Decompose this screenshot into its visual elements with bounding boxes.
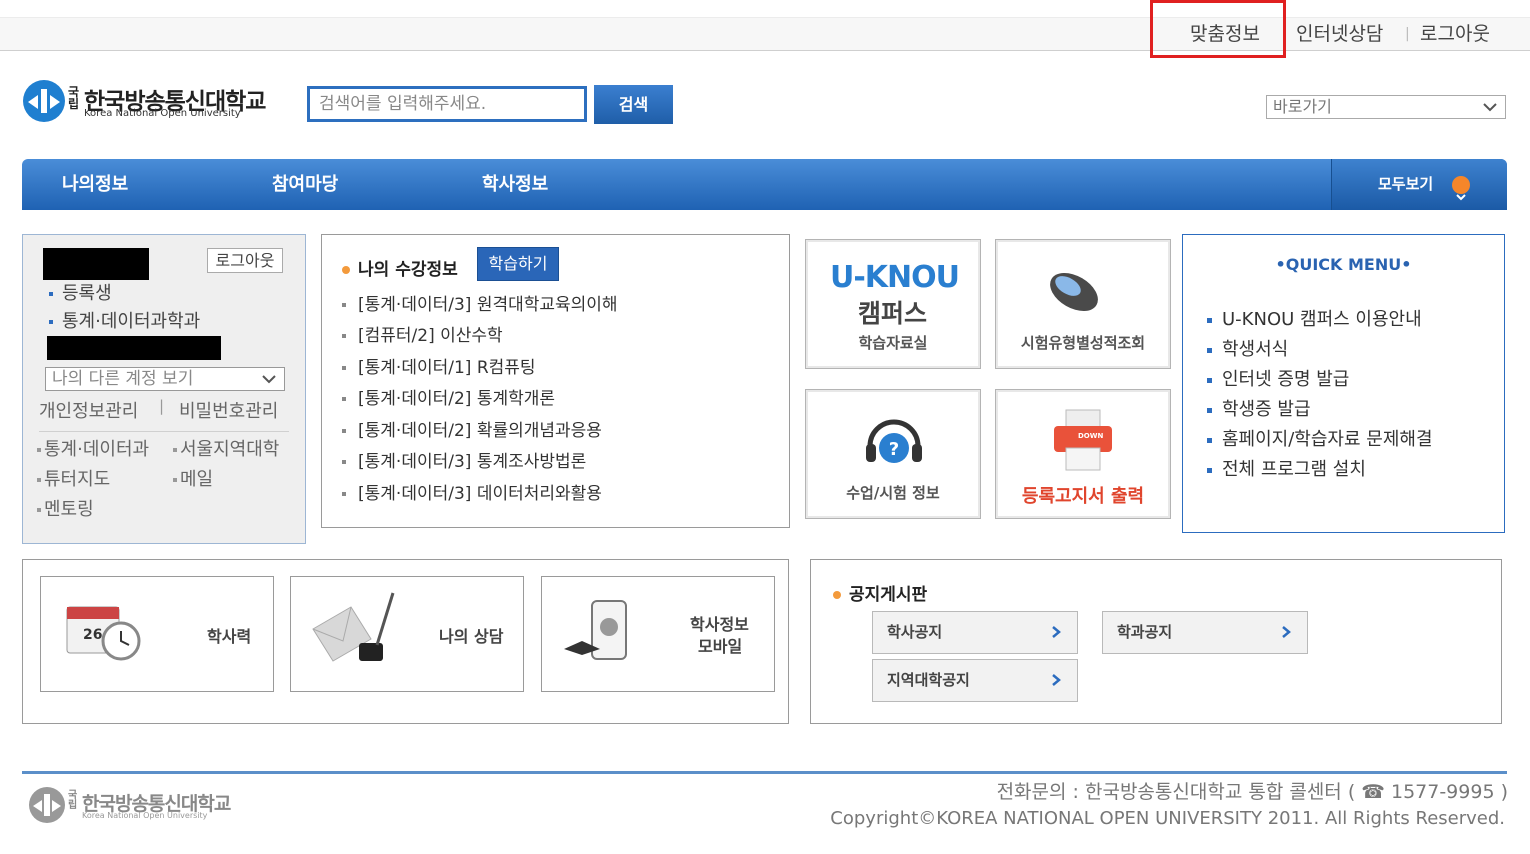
view-all-label: 모두보기	[1378, 175, 1434, 193]
academic-mobile-label-2: 모바일	[698, 637, 743, 656]
footer-phone: 전화문의 : 한국방송통신대학교 통합 콜센터 ( ☎ 1577-9995 )	[996, 781, 1508, 803]
orange-bullet-icon	[342, 266, 350, 274]
personal-info-link[interactable]: 개인정보관리	[39, 397, 138, 423]
highlight-box	[1150, 0, 1286, 58]
my-consult-label: 나의 상담	[439, 627, 504, 646]
mobile-phone-icon	[564, 600, 627, 660]
print-notice-label: 등록고지서 출력	[1021, 486, 1145, 507]
chevron-right-icon	[1052, 674, 1061, 686]
student-status: 등록생	[49, 279, 112, 305]
calendar-clock-icon	[66, 606, 141, 661]
redacted-student-id	[47, 336, 221, 360]
top-divider: |	[1405, 26, 1410, 42]
chevron-right-icon	[1282, 626, 1291, 638]
course-panel: 나의 수강정보 학습하기 [통계·데이터/3] 원격대학교육의이해 [컴퓨터/2…	[321, 234, 790, 528]
other-account-select[interactable]: 나의 다른 계정 보기	[45, 367, 285, 391]
mentoring-link[interactable]: 멘토링	[37, 495, 94, 521]
academic-calendar-label: 학사력	[207, 627, 252, 646]
footer-logo-english: Korea National Open University	[82, 811, 208, 820]
dept-notice-button[interactable]: 학과공지	[1102, 611, 1308, 654]
uknou-logo-text: U-KNOU	[830, 260, 960, 295]
search-button[interactable]: 검색	[594, 85, 673, 124]
dept-link[interactable]: 통계·데이터과	[37, 435, 149, 461]
profile-panel: 로그아웃 등록생 통계·데이터과학과 나의 다른 계정 보기 개인정보관리 | …	[22, 234, 306, 544]
footer-logo: 국립 한국방송통신대학교 Korea National Open Univers…	[28, 785, 252, 825]
calendar-day: 26	[83, 627, 103, 643]
course-item[interactable]: [컴퓨터/2] 이산수학	[342, 321, 503, 346]
top-bar: 맞춤정보 인터넷상담 | 로그아웃	[0, 0, 1530, 58]
main-nav: 나의정보 참여마당 학사정보 모두보기	[22, 159, 1507, 210]
nav-my-info[interactable]: 나의정보	[62, 159, 128, 210]
profile-logout-button[interactable]: 로그아웃	[207, 248, 283, 273]
quick-menu-item[interactable]: 학생증 발급	[1207, 395, 1311, 421]
class-exam-info-tile[interactable]: ? 수업/시험 정보	[805, 389, 981, 519]
academic-calendar-card[interactable]: 26 학사력	[40, 576, 274, 692]
password-link[interactable]: 비밀번호관리	[179, 397, 278, 423]
notice-title: 공지게시판	[833, 580, 927, 605]
shortcut-select-value: 바로가기	[1273, 97, 1332, 116]
orange-bullet-icon	[833, 591, 841, 599]
academic-mobile-card[interactable]: 학사정보 모바일	[541, 576, 775, 692]
chevron-right-icon	[1052, 626, 1061, 638]
course-item[interactable]: [통계·데이터/2] 통계학개론	[342, 384, 555, 409]
logo-english-text: Korea National Open University	[84, 108, 241, 119]
nav-participation[interactable]: 참여마당	[272, 159, 338, 210]
print-notice-tile[interactable]: DOWN 등록고지서 출력	[995, 389, 1171, 519]
search-input[interactable]: 검색어를 입력해주세요.	[307, 86, 587, 122]
help-headset-icon: ?	[866, 419, 922, 463]
quick-menu-item[interactable]: 인터넷 증명 발급	[1207, 365, 1349, 391]
student-department: 통계·데이터과학과	[49, 307, 200, 333]
quick-menu-title: •QUICK MENU•	[1275, 255, 1412, 274]
mouse-icon	[1050, 273, 1098, 311]
course-title: 나의 수강정보	[342, 255, 458, 280]
academic-notice-button[interactable]: 학사공지	[872, 611, 1078, 654]
study-materials-label: 학습자료실	[858, 334, 928, 352]
footer-copyright: Copyright©KOREA NATIONAL OPEN UNIVERSITY…	[830, 808, 1505, 829]
university-logo[interactable]: 국립 한국방송통신대학교 Korea National Open Univers…	[22, 78, 287, 124]
svg-text:?: ?	[889, 439, 899, 460]
chevron-down-circle-icon	[1452, 176, 1470, 201]
printer-icon	[1054, 409, 1112, 471]
profile-divider	[39, 431, 289, 432]
course-item[interactable]: [통계·데이터/3] 데이터처리와활용	[342, 479, 602, 504]
view-all-button[interactable]: 모두보기	[1331, 159, 1507, 210]
chevron-down-icon	[1483, 103, 1497, 112]
quick-menu-item[interactable]: U-KNOU 캠퍼스 이용안내	[1207, 305, 1422, 331]
academic-mobile-label-1: 학사정보	[690, 615, 749, 634]
exam-grade-label: 시험유형별성적조회	[1020, 334, 1146, 352]
class-exam-info-label: 수업/시험 정보	[846, 484, 940, 502]
quick-menu-item[interactable]: 홈페이지/학습자료 문제해결	[1207, 425, 1433, 451]
study-button[interactable]: 학습하기	[477, 247, 559, 281]
chevron-down-icon	[262, 375, 276, 384]
course-item[interactable]: [통계·데이터/3] 원격대학교육의이해	[342, 290, 618, 315]
redacted-name	[43, 248, 149, 280]
uknou-campus-tile[interactable]: U-KNOU 캠퍼스 학습자료실	[805, 239, 981, 369]
shortcut-select[interactable]: 바로가기	[1266, 95, 1506, 119]
quick-menu: •QUICK MENU• U-KNOU 캠퍼스 이용안내 학생서식 인터넷 증명…	[1182, 234, 1505, 533]
down-tag: DOWN	[1078, 432, 1104, 440]
logo-side-text: 국립	[68, 85, 80, 111]
quick-menu-item[interactable]: 학생서식	[1207, 335, 1288, 361]
course-item[interactable]: [통계·데이터/3] 통계조사방법론	[342, 447, 586, 472]
exam-grade-tile[interactable]: 시험유형별성적조회	[995, 239, 1171, 369]
footer-divider	[22, 771, 1507, 774]
top-logout-link[interactable]: 로그아웃	[1420, 20, 1490, 48]
course-item[interactable]: [통계·데이터/2] 확률의개념과응용	[342, 416, 602, 441]
profile-link-divider: |	[159, 397, 165, 415]
internet-consult-link[interactable]: 인터넷상담	[1296, 20, 1383, 48]
footer-logo-emblem-icon	[29, 787, 65, 823]
course-item[interactable]: [통계·데이터/1] R컴퓨팅	[342, 353, 536, 378]
envelope-ink-icon	[312, 592, 395, 662]
nav-academic-info[interactable]: 학사정보	[482, 159, 548, 210]
footer-logo-side: 국립	[68, 790, 78, 811]
region-college-link[interactable]: 서울지역대학	[173, 435, 279, 461]
tutor-link[interactable]: 튜터지도	[37, 465, 110, 491]
mail-link[interactable]: 메일	[173, 465, 213, 491]
my-consult-card[interactable]: 나의 상담	[290, 576, 524, 692]
notice-board: 공지게시판 학사공지 학과공지 지역대학공지	[810, 559, 1502, 724]
quick-menu-item[interactable]: 전체 프로그램 설치	[1207, 455, 1366, 481]
uknou-campus-text: 캠퍼스	[858, 299, 928, 328]
shortcut-links-box: 26 학사력 나의 상담 학사정보 모바일	[22, 559, 789, 724]
regional-notice-button[interactable]: 지역대학공지	[872, 659, 1078, 702]
